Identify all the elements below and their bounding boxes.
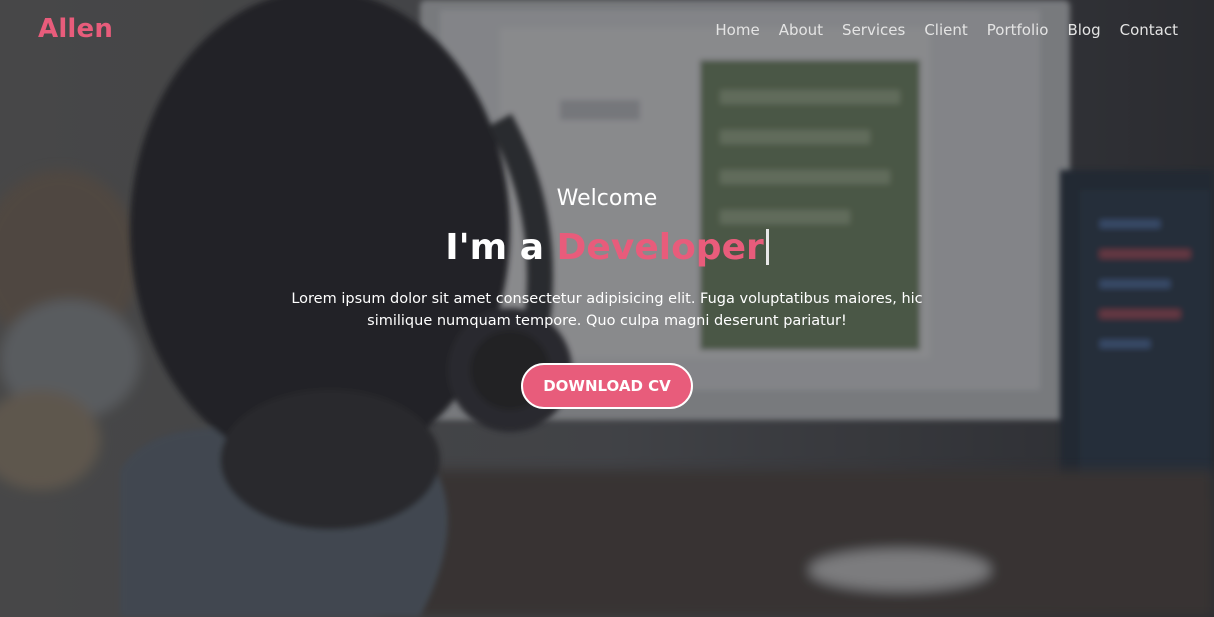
welcome-text: Welcome — [556, 186, 658, 211]
hero-content: Welcome I'm a Developer Lorem ipsum dolo… — [0, 186, 1214, 409]
download-cv-button[interactable]: DOWNLOAD CV — [521, 363, 693, 409]
headline-prefix: I'm a — [445, 227, 544, 268]
hero-headline: I'm a Developer — [0, 227, 1214, 268]
nav-item-portfolio[interactable]: Portfolio — [987, 21, 1049, 39]
brand-logo[interactable]: Allen — [38, 14, 113, 44]
typing-cursor — [765, 229, 769, 265]
hero-description: Lorem ipsum dolor sit amet consectetur a… — [291, 291, 923, 329]
headline-role: Developer — [556, 227, 764, 268]
nav-item-services[interactable]: Services — [842, 21, 905, 39]
nav-item-blog[interactable]: Blog — [1067, 21, 1100, 39]
main-navigation: Home About Services Client Portfolio Blo… — [696, 21, 1178, 39]
nav-item-about[interactable]: About — [779, 21, 823, 39]
nav-item-home[interactable]: Home — [715, 21, 759, 39]
hero-section: Allen Home About Services Client Portfol… — [0, 0, 1214, 617]
nav-item-client[interactable]: Client — [924, 21, 967, 39]
nav-item-contact[interactable]: Contact — [1120, 21, 1178, 39]
